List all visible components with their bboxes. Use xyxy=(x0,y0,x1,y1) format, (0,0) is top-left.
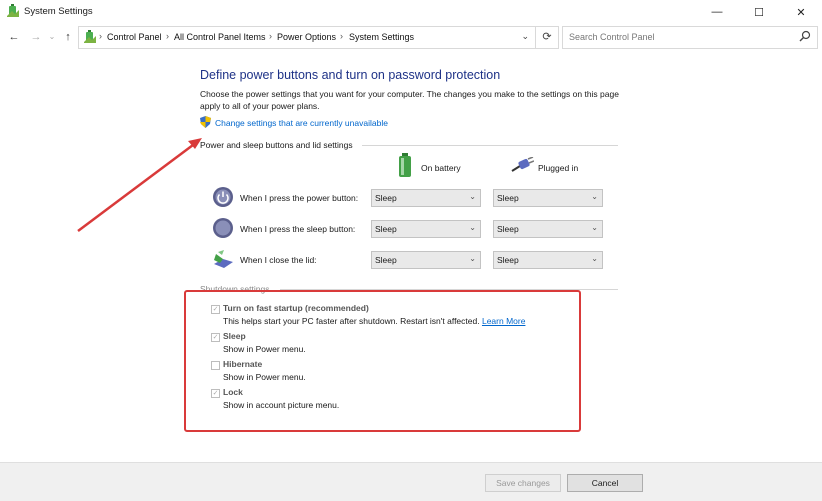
column-header-plugged-in: Plugged in xyxy=(538,163,579,173)
power-button-icon xyxy=(213,187,233,207)
chevron-down-icon: ⌄ xyxy=(591,223,598,232)
column-header-on-battery: On battery xyxy=(421,163,461,173)
page-description: Choose the power settings that you want … xyxy=(200,89,619,111)
annotation-highlight-box xyxy=(184,290,581,432)
up-button[interactable]: ↑ xyxy=(60,29,76,45)
page-title: Define power buttons and turn on passwor… xyxy=(200,68,501,82)
arrow-right-icon: → xyxy=(30,31,42,43)
minimize-button[interactable]: — xyxy=(696,0,738,24)
power-button-battery-select[interactable]: Sleep ⌄ xyxy=(371,189,481,207)
breadcrumb-separator: › xyxy=(99,31,102,41)
sleep-button-plugged-select[interactable]: Sleep ⌄ xyxy=(493,220,603,238)
breadcrumb-item-system-settings[interactable]: System Settings xyxy=(349,32,414,42)
close-button[interactable]: ✕ xyxy=(780,0,822,24)
recent-locations-button[interactable]: ⌄ xyxy=(44,29,60,45)
arrow-left-icon: ← xyxy=(8,31,20,43)
control-panel-icon xyxy=(84,30,96,43)
breadcrumb-item-power-options[interactable]: Power Options xyxy=(277,32,336,42)
chevron-down-icon[interactable]: ⌄ xyxy=(521,31,529,42)
search-input[interactable]: Search Control Panel xyxy=(562,26,818,49)
chevron-down-icon: ⌄ xyxy=(48,32,56,41)
power-section-title: Power and sleep buttons and lid settings xyxy=(200,140,353,150)
row-label-sleep-button: When I press the sleep button: xyxy=(240,224,356,234)
search-icon[interactable] xyxy=(799,30,811,42)
row-label-power-button: When I press the power button: xyxy=(240,193,359,203)
laptop-lid-icon xyxy=(214,250,233,268)
refresh-icon: ⟳ xyxy=(542,31,552,43)
close-lid-plugged-select[interactable]: Sleep ⌄ xyxy=(493,251,603,269)
power-plug-icon xyxy=(511,157,534,172)
chevron-down-icon: ⌄ xyxy=(591,192,598,201)
main-content: Define power buttons and turn on passwor… xyxy=(0,52,822,501)
sleep-button-icon xyxy=(213,218,233,238)
footer-bar: Save changes Cancel xyxy=(0,462,822,501)
power-button-plugged-select[interactable]: Sleep ⌄ xyxy=(493,189,603,207)
chevron-down-icon: ⌄ xyxy=(469,223,476,232)
breadcrumb[interactable]: › Control Panel › All Control Panel Item… xyxy=(78,26,536,49)
cancel-button[interactable]: Cancel xyxy=(567,474,643,492)
breadcrumb-item-all-items[interactable]: All Control Panel Items xyxy=(174,32,266,42)
search-placeholder: Search Control Panel xyxy=(569,32,655,42)
uac-shield-icon xyxy=(200,116,211,128)
breadcrumb-separator: › xyxy=(340,31,343,41)
breadcrumb-separator: › xyxy=(269,31,272,41)
save-changes-button[interactable]: Save changes xyxy=(485,474,561,492)
battery-icon xyxy=(399,153,411,177)
breadcrumb-item-control-panel[interactable]: Control Panel xyxy=(107,32,162,42)
change-settings-link[interactable]: Change settings that are currently unava… xyxy=(215,118,388,128)
arrow-up-icon: ↑ xyxy=(65,31,71,43)
breadcrumb-separator: › xyxy=(166,31,169,41)
chevron-down-icon: ⌄ xyxy=(591,254,598,263)
chevron-down-icon: ⌄ xyxy=(469,192,476,201)
chevron-down-icon: ⌄ xyxy=(469,254,476,263)
address-bar: ← → ⌄ ↑ › Control Panel › All Control Pa… xyxy=(0,26,822,49)
sleep-button-battery-select[interactable]: Sleep ⌄ xyxy=(371,220,481,238)
maximize-button[interactable]: ☐ xyxy=(738,0,780,24)
row-label-close-lid: When I close the lid: xyxy=(240,255,317,265)
section-divider xyxy=(362,145,618,146)
back-button[interactable]: ← xyxy=(6,29,22,45)
refresh-button[interactable]: ⟳ xyxy=(536,26,559,49)
title-bar: System Settings — ☐ ✕ xyxy=(0,0,822,24)
close-lid-battery-select[interactable]: Sleep ⌄ xyxy=(371,251,481,269)
window-title: System Settings xyxy=(24,6,93,17)
forward-button[interactable]: → xyxy=(28,29,44,45)
control-panel-icon xyxy=(7,4,19,17)
